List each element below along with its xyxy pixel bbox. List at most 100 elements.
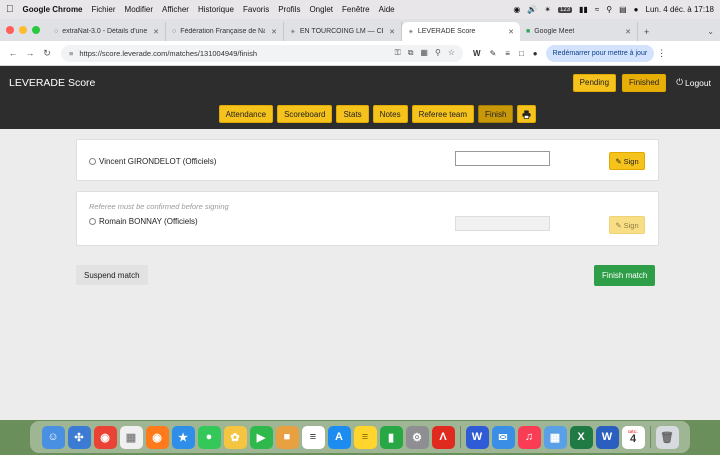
profile-avatar-icon[interactable]: ●: [533, 49, 538, 58]
close-window-icon[interactable]: [6, 26, 14, 34]
wifi-icon[interactable]: ≈: [595, 5, 599, 14]
calendar-day: 4: [629, 432, 637, 445]
menu-onglet[interactable]: Onglet: [309, 5, 333, 14]
tab-ffn[interactable]: ○ Fédération Française de Nata ✕: [166, 22, 284, 41]
tab-google-meet[interactable]: ■ Google Meet ✕: [520, 22, 638, 41]
menu-historique[interactable]: Historique: [198, 5, 234, 14]
bookmark-star-icon[interactable]: ☆: [448, 48, 455, 58]
minimize-window-icon[interactable]: [19, 26, 27, 34]
numbers-icon[interactable]: ▮: [379, 425, 403, 449]
official-signature-card: Vincent GIRONDELOT (Officiels) ✎ Sign: [76, 139, 659, 181]
app-store-icon[interactable]: A: [327, 425, 351, 449]
print-button[interactable]: [517, 105, 537, 123]
volume-icon[interactable]: 🔊: [527, 5, 537, 14]
teams-like-icon[interactable]: W: [465, 425, 489, 449]
battery-icon[interactable]: ▮▮: [579, 5, 588, 14]
site-settings-icon[interactable]: ≡: [69, 49, 73, 58]
excel-icon[interactable]: X: [569, 425, 593, 449]
mail-icon[interactable]: ✉: [491, 425, 515, 449]
menu-aide[interactable]: Aide: [379, 5, 395, 14]
apple-icon[interactable]: : [6, 4, 14, 15]
logout-button[interactable]: ⏻ Logout: [676, 77, 711, 88]
app-brand[interactable]: LEVERADE Score: [9, 77, 95, 89]
new-tab-icon[interactable]: +: [638, 22, 655, 41]
zoom-window-icon[interactable]: [32, 26, 40, 34]
logout-label: Logout: [685, 77, 711, 88]
trash-icon[interactable]: 🗑: [655, 425, 679, 449]
menu-app-name[interactable]: Google Chrome: [23, 5, 83, 14]
system-settings-icon[interactable]: ⚙: [405, 425, 429, 449]
menu-fenetre[interactable]: Fenêtre: [342, 5, 370, 14]
close-tab-icon[interactable]: ✕: [508, 28, 514, 36]
tab-attendance[interactable]: Attendance: [218, 105, 274, 123]
tab-leverade-score[interactable]: ✴ LEVERADE Score ✕: [402, 22, 520, 41]
notes-icon[interactable]: ≡: [353, 425, 377, 449]
finder-icon[interactable]: ☺: [41, 425, 65, 449]
translate-icon[interactable]: ▦: [420, 48, 428, 58]
facetime-icon[interactable]: ▶: [249, 425, 273, 449]
tab-extranat[interactable]: ○ extraNat-3.0 - Détails d'une ✕: [48, 22, 166, 41]
tab-en-tourcoing[interactable]: ✴ EN TOURCOING LM — CERC ✕: [284, 22, 402, 41]
app-store-icon-alt[interactable]: ★: [171, 425, 195, 449]
photos-icon[interactable]: ✿: [223, 425, 247, 449]
close-tab-icon[interactable]: ✕: [153, 28, 159, 36]
signature-field[interactable]: [455, 151, 550, 166]
reminders-icon[interactable]: ≡: [301, 425, 325, 449]
tab-scoreboard[interactable]: Scoreboard: [277, 105, 333, 123]
contacts-icon[interactable]: ■: [275, 425, 299, 449]
tab-stats[interactable]: Stats: [336, 105, 369, 123]
search-icon[interactable]: ⚲: [606, 5, 612, 14]
music-icon[interactable]: ♫: [517, 425, 541, 449]
tab-title: LEVERADE Score: [417, 28, 476, 35]
menu-fichier[interactable]: Fichier: [92, 5, 116, 14]
tab-finish[interactable]: Finish: [478, 105, 514, 123]
pending-button[interactable]: Pending: [572, 73, 617, 92]
forward-arrow-icon[interactable]: →: [23, 48, 37, 58]
screen-record-icon[interactable]: ◉: [513, 5, 520, 14]
tab-referee-team[interactable]: Referee team: [411, 105, 475, 123]
safari-icon[interactable]: ✣: [67, 425, 91, 449]
sign-button[interactable]: ✎ Sign: [609, 152, 645, 170]
messages-icon[interactable]: ●: [197, 425, 221, 449]
extension-w-icon[interactable]: W: [473, 49, 481, 58]
menu-favoris[interactable]: Favoris: [243, 5, 269, 14]
tab-notes[interactable]: Notes: [372, 105, 408, 123]
menu-profils[interactable]: Profils: [278, 5, 300, 14]
back-arrow-icon[interactable]: ←: [6, 48, 20, 58]
calendar-icon[interactable]: DÉC. 4: [621, 425, 645, 449]
reading-list-icon[interactable]: ≡: [505, 49, 510, 58]
share-icon[interactable]: ⧉: [408, 48, 414, 58]
tab-search-chevron-icon[interactable]: ⌄: [707, 22, 720, 41]
close-tab-icon[interactable]: ✕: [389, 28, 395, 36]
print-icon: [522, 109, 531, 119]
menu-modifier[interactable]: Modifier: [125, 5, 153, 14]
password-key-icon[interactable]: ⚿: [395, 48, 401, 58]
sign-label: Sign: [623, 220, 639, 230]
extensions-puzzle-icon[interactable]: ✎: [490, 49, 497, 58]
word-icon[interactable]: W: [595, 425, 619, 449]
bluetooth-icon[interactable]: ✴: [544, 5, 551, 14]
finished-button[interactable]: Finished: [622, 73, 667, 92]
tab-title: Google Meet: [534, 28, 575, 35]
menu-clock[interactable]: Lun. 4 déc. à 17:18: [646, 5, 715, 14]
input-badge[interactable]: 123: [558, 6, 573, 13]
chrome-menu-icon[interactable]: ⋮: [657, 48, 666, 59]
acrobat-icon[interactable]: Λ: [431, 425, 455, 449]
close-tab-icon[interactable]: ✕: [625, 28, 631, 36]
control-center-icon[interactable]: ▤: [619, 5, 627, 14]
preview-icon[interactable]: ▦: [543, 425, 567, 449]
relaunch-update-button[interactable]: Redémarrer pour mettre à jour: [545, 44, 655, 62]
menu-afficher[interactable]: Afficher: [162, 5, 189, 14]
close-tab-icon[interactable]: ✕: [271, 28, 277, 36]
side-panel-icon[interactable]: □: [519, 49, 524, 58]
zoom-icon[interactable]: ⚲: [435, 48, 441, 58]
address-bar[interactable]: ≡ https://score.leverade.com/matches/131…: [61, 44, 463, 62]
suspend-match-button[interactable]: Suspend match: [76, 265, 148, 285]
reload-icon[interactable]: ↻: [40, 48, 54, 59]
finish-match-button[interactable]: Finish match: [594, 265, 656, 286]
tab-favicon-icon: ✴: [408, 28, 414, 36]
firefox-icon[interactable]: ◉: [145, 425, 169, 449]
siri-icon[interactable]: ●: [634, 5, 639, 14]
launchpad-icon[interactable]: ▦: [119, 425, 143, 449]
chrome-icon[interactable]: ◉: [93, 425, 117, 449]
